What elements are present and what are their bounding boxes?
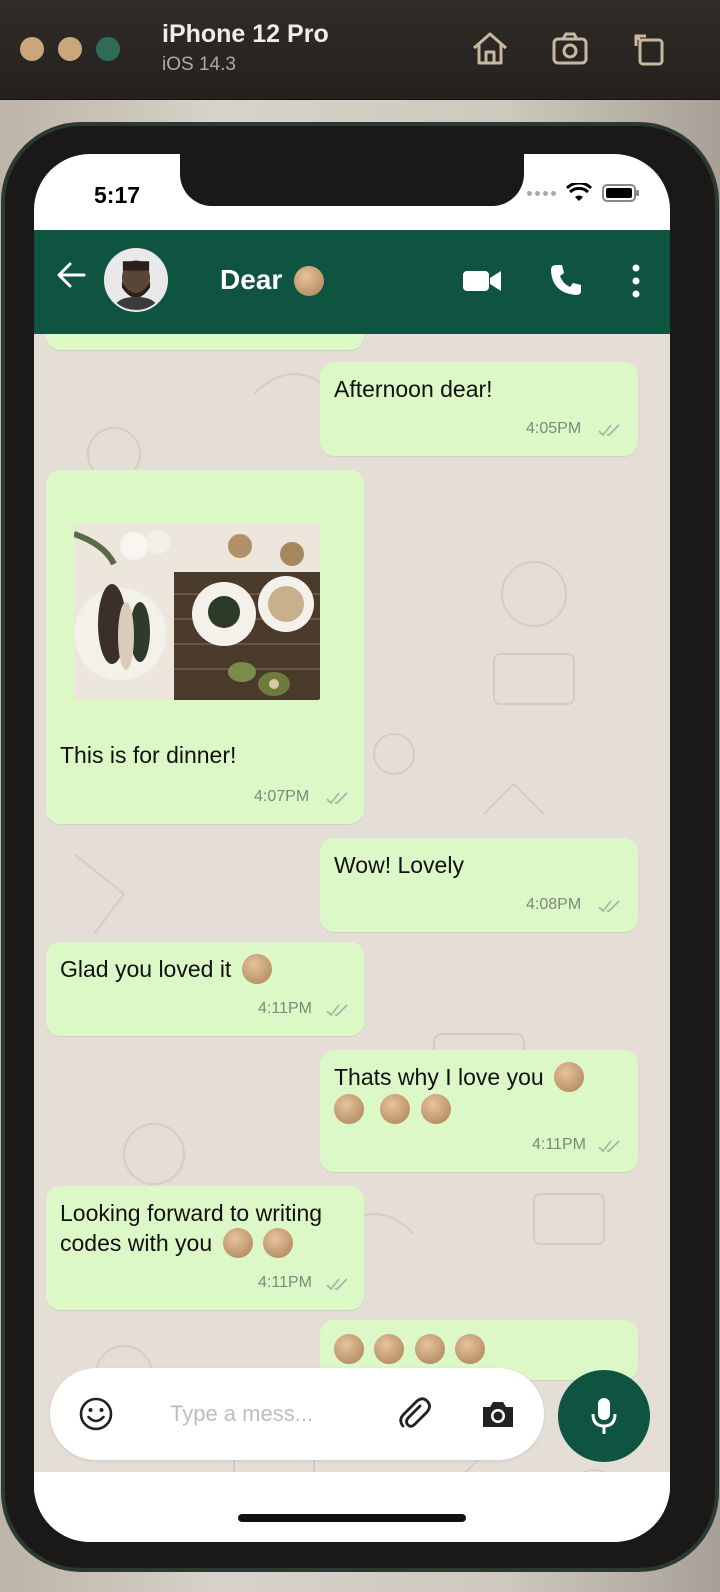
message-time: 4:07PM [254, 788, 310, 805]
status-time: 5:17 [94, 182, 141, 208]
hugging-face-emoji-icon [420, 1094, 451, 1124]
home-icon[interactable] [468, 26, 512, 70]
message-input[interactable] [170, 1390, 390, 1438]
back-arrow-icon[interactable] [54, 258, 88, 292]
simulator-device-name: iPhone 12 Pro [162, 20, 329, 48]
microphone-button[interactable] [558, 1370, 650, 1462]
rofl-emoji-icon [414, 1334, 445, 1364]
camera-icon[interactable] [480, 1398, 516, 1430]
minimize-window-button[interactable] [58, 37, 82, 61]
message-time: 4:08PM [526, 896, 582, 913]
double-check-icon [598, 900, 620, 913]
message-time: 4:05PM [526, 420, 582, 437]
message-bubble-partial[interactable] [46, 334, 364, 350]
chat-header: Dear [34, 230, 670, 334]
close-window-button[interactable] [20, 37, 44, 61]
hugging-face-emoji-icon [241, 954, 272, 984]
emoji-row [334, 1094, 451, 1124]
kissing-face-emoji-icon [380, 1094, 411, 1124]
message-bubble-incoming[interactable]: Looking forward to writing codes with yo… [46, 1186, 364, 1310]
status-indicators [527, 180, 640, 206]
microphone-icon [591, 1398, 617, 1434]
kissing-face-emoji-icon [374, 1334, 405, 1364]
message-time: 4:11PM [258, 1274, 312, 1291]
heart-eyes-emoji-icon [554, 1062, 585, 1092]
message-text-row: Glad you loved it [60, 954, 272, 984]
bottom-safe-area [34, 1472, 670, 1542]
phone-screen: 5:17 Dear Afternoon dear! 4:05PM This is… [34, 154, 670, 1542]
more-vert-icon[interactable] [630, 262, 642, 300]
attach-icon[interactable] [396, 1396, 432, 1432]
phone-icon[interactable] [548, 262, 584, 298]
food-photo[interactable] [74, 524, 320, 700]
contact-name[interactable]: Dear [220, 264, 325, 296]
wifi-icon [566, 183, 592, 201]
message-text: Glad you loved it [60, 956, 232, 982]
rofl-emoji-icon [222, 1228, 253, 1258]
signal-icon [527, 190, 556, 196]
notch [180, 154, 524, 206]
chat-messages-area[interactable]: Afternoon dear! 4:05PM This is for dinne… [34, 334, 670, 1542]
message-bubble-outgoing[interactable]: Wow! Lovely 4:08PM [320, 838, 638, 932]
message-bubble-incoming-image[interactable]: This is for dinner! 4:07PM [46, 470, 364, 824]
message-text-line1: Looking forward to writing [60, 1200, 323, 1226]
message-text-row: codes with you [60, 1228, 293, 1258]
double-check-icon [598, 424, 620, 437]
double-check-icon [326, 792, 348, 805]
rofl-emoji-icon [455, 1334, 486, 1364]
emoji-row [334, 1334, 486, 1364]
rotate-icon[interactable] [628, 26, 672, 70]
battery-icon [602, 184, 639, 202]
double-check-icon [326, 1278, 348, 1291]
screenshot-icon[interactable] [548, 26, 592, 70]
double-check-icon [598, 1140, 620, 1153]
contact-avatar[interactable] [104, 248, 168, 312]
message-bubble-incoming[interactable]: Glad you loved it 4:11PM [46, 942, 364, 1036]
video-call-icon[interactable] [462, 264, 502, 298]
message-text-row: Thats why I love you [334, 1062, 585, 1092]
message-time: 4:11PM [532, 1136, 586, 1153]
message-bubble-outgoing[interactable]: Thats why I love you 4:11PM [320, 1050, 638, 1172]
home-indicator [238, 1514, 466, 1522]
simulator-os-version: iOS 14.3 [162, 54, 236, 75]
message-time: 4:11PM [258, 1000, 312, 1017]
rofl-emoji-icon [262, 1228, 293, 1258]
kissing-face-emoji-icon [294, 266, 325, 296]
emoji-icon[interactable] [78, 1396, 114, 1432]
kissing-face-emoji-icon [334, 1094, 364, 1124]
message-input-bar [50, 1368, 544, 1460]
zoom-window-button[interactable] [96, 37, 120, 61]
message-text: This is for dinner! [60, 742, 237, 768]
double-check-icon [326, 1004, 348, 1017]
message-text: Thats why I love you [334, 1064, 544, 1090]
kissing-face-emoji-icon [334, 1334, 364, 1364]
simulator-title-bar: iPhone 12 Pro iOS 14.3 [0, 0, 720, 100]
message-bubble-outgoing[interactable]: Afternoon dear! 4:05PM [320, 362, 638, 456]
message-text-line2: codes with you [60, 1230, 213, 1256]
contact-name-label: Dear [220, 264, 283, 295]
message-text: Afternoon dear! [334, 376, 493, 402]
message-text: Wow! Lovely [334, 852, 464, 878]
